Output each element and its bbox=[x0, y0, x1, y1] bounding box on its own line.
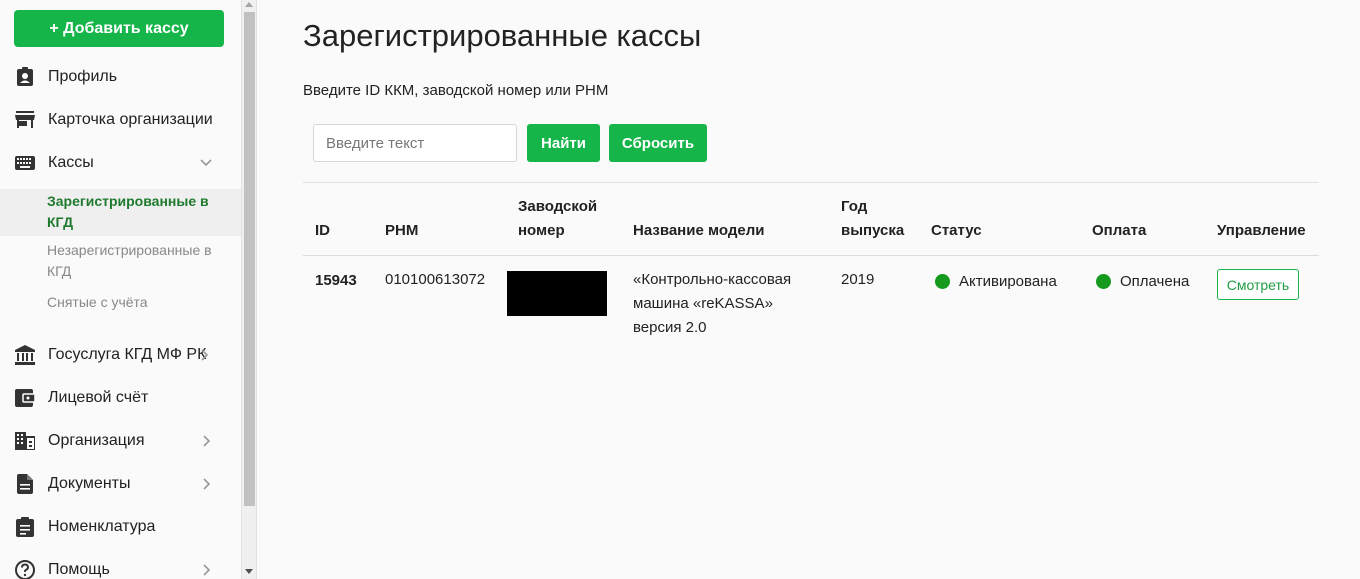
wallet-icon bbox=[15, 388, 35, 408]
sidebar-item-account[interactable]: Лицевой счёт bbox=[0, 378, 241, 418]
chevron-right-icon[interactable] bbox=[198, 433, 214, 449]
search-input[interactable] bbox=[313, 124, 517, 162]
reset-button[interactable]: Сбросить bbox=[609, 124, 707, 162]
sidebar-item-label: Госуслуга КГД МФ РК bbox=[48, 346, 207, 363]
help-icon bbox=[15, 560, 35, 579]
scrollbar-thumb[interactable] bbox=[244, 12, 255, 506]
sidebar: + Добавить кассу Профиль Карточка органи… bbox=[0, 0, 241, 579]
payment-text: Оплачена bbox=[1120, 273, 1190, 290]
sub-item-registered[interactable]: Зарегистрированные в КГД bbox=[0, 189, 241, 236]
cell-status: Активирована bbox=[935, 273, 1057, 290]
column-header-payment: Оплата bbox=[1092, 222, 1147, 239]
sidebar-item-help[interactable]: Помощь bbox=[0, 550, 241, 579]
sidebar-item-label: Лицевой счёт bbox=[48, 389, 149, 406]
cell-rnm: 010100613072 bbox=[385, 271, 486, 288]
profile-badge-icon bbox=[15, 67, 35, 87]
cell-year: 2019 bbox=[841, 271, 875, 288]
column-header-serial: Заводской номер bbox=[518, 198, 598, 239]
column-header-model: Название модели bbox=[633, 222, 765, 239]
column-header-rnm: РНМ bbox=[385, 222, 419, 239]
cell-serial-redacted bbox=[507, 271, 607, 316]
column-header-status: Статус bbox=[931, 222, 982, 239]
find-button[interactable]: Найти bbox=[527, 124, 600, 162]
sidebar-item-profile[interactable]: Профиль bbox=[0, 57, 241, 97]
bank-icon bbox=[15, 345, 35, 365]
sidebar-item-label: Кассы bbox=[48, 154, 94, 171]
status-text: Активирована bbox=[959, 273, 1057, 290]
sidebar-item-cash-registers[interactable]: Кассы bbox=[0, 143, 241, 183]
main-content: Зарегистрированные кассы Введите ID ККМ,… bbox=[258, 0, 1360, 579]
column-header-actions: Управление bbox=[1217, 222, 1306, 239]
sidebar-item-documents[interactable]: Документы bbox=[0, 464, 241, 504]
scroll-down-arrow-icon[interactable] bbox=[245, 569, 253, 574]
status-dot-icon bbox=[935, 274, 950, 289]
sidebar-item-label: Карточка организации bbox=[48, 111, 213, 128]
clipboard-icon bbox=[15, 517, 35, 537]
document-icon bbox=[15, 474, 35, 494]
sidebar-item-label: Документы bbox=[48, 475, 131, 492]
column-header-id: ID bbox=[315, 222, 330, 239]
cell-model: «Контрольно-кассовая машина «reKASSA» ве… bbox=[633, 271, 792, 336]
column-header-year: Год выпуска bbox=[841, 198, 905, 239]
store-icon bbox=[15, 110, 35, 130]
sidebar-item-nomenclature[interactable]: Номенклатура bbox=[0, 507, 241, 547]
sidebar-item-gov-service[interactable]: Госуслуга КГД МФ РК bbox=[0, 335, 241, 375]
payment-dot-icon bbox=[1096, 274, 1111, 289]
sidebar-item-organization[interactable]: Организация bbox=[0, 421, 241, 461]
building-icon bbox=[15, 431, 35, 451]
sub-item-unregistered[interactable]: Незарегистрированные в КГД bbox=[0, 240, 241, 282]
sidebar-item-org-card[interactable]: Карточка организации bbox=[0, 100, 241, 140]
chevron-down-icon[interactable] bbox=[198, 155, 214, 171]
cell-payment: Оплачена bbox=[1096, 273, 1189, 290]
scroll-up-arrow-icon[interactable] bbox=[245, 2, 253, 7]
sidebar-item-label: Профиль bbox=[48, 68, 118, 85]
chevron-right-icon[interactable] bbox=[198, 476, 214, 492]
chevron-right-icon[interactable] bbox=[196, 347, 212, 363]
add-cash-register-button[interactable]: + Добавить кассу bbox=[14, 10, 224, 47]
sidebar-scrollbar[interactable] bbox=[241, 0, 257, 579]
sidebar-item-label: Номенклатура bbox=[48, 518, 156, 535]
sub-item-deregistered[interactable]: Снятые с учёта bbox=[0, 292, 241, 313]
view-button[interactable]: Смотреть bbox=[1217, 269, 1299, 300]
sidebar-item-label: Помощь bbox=[48, 561, 110, 578]
cell-id: 15943 bbox=[315, 272, 357, 289]
search-label: Введите ID ККМ, заводской номер или РНМ bbox=[303, 82, 609, 99]
divider bbox=[303, 182, 1319, 183]
keyboard-icon bbox=[15, 153, 35, 173]
chevron-right-icon[interactable] bbox=[198, 562, 214, 578]
header-divider bbox=[303, 255, 1319, 256]
sidebar-item-label: Организация bbox=[48, 432, 145, 449]
page-title: Зарегистрированные кассы bbox=[303, 18, 702, 53]
